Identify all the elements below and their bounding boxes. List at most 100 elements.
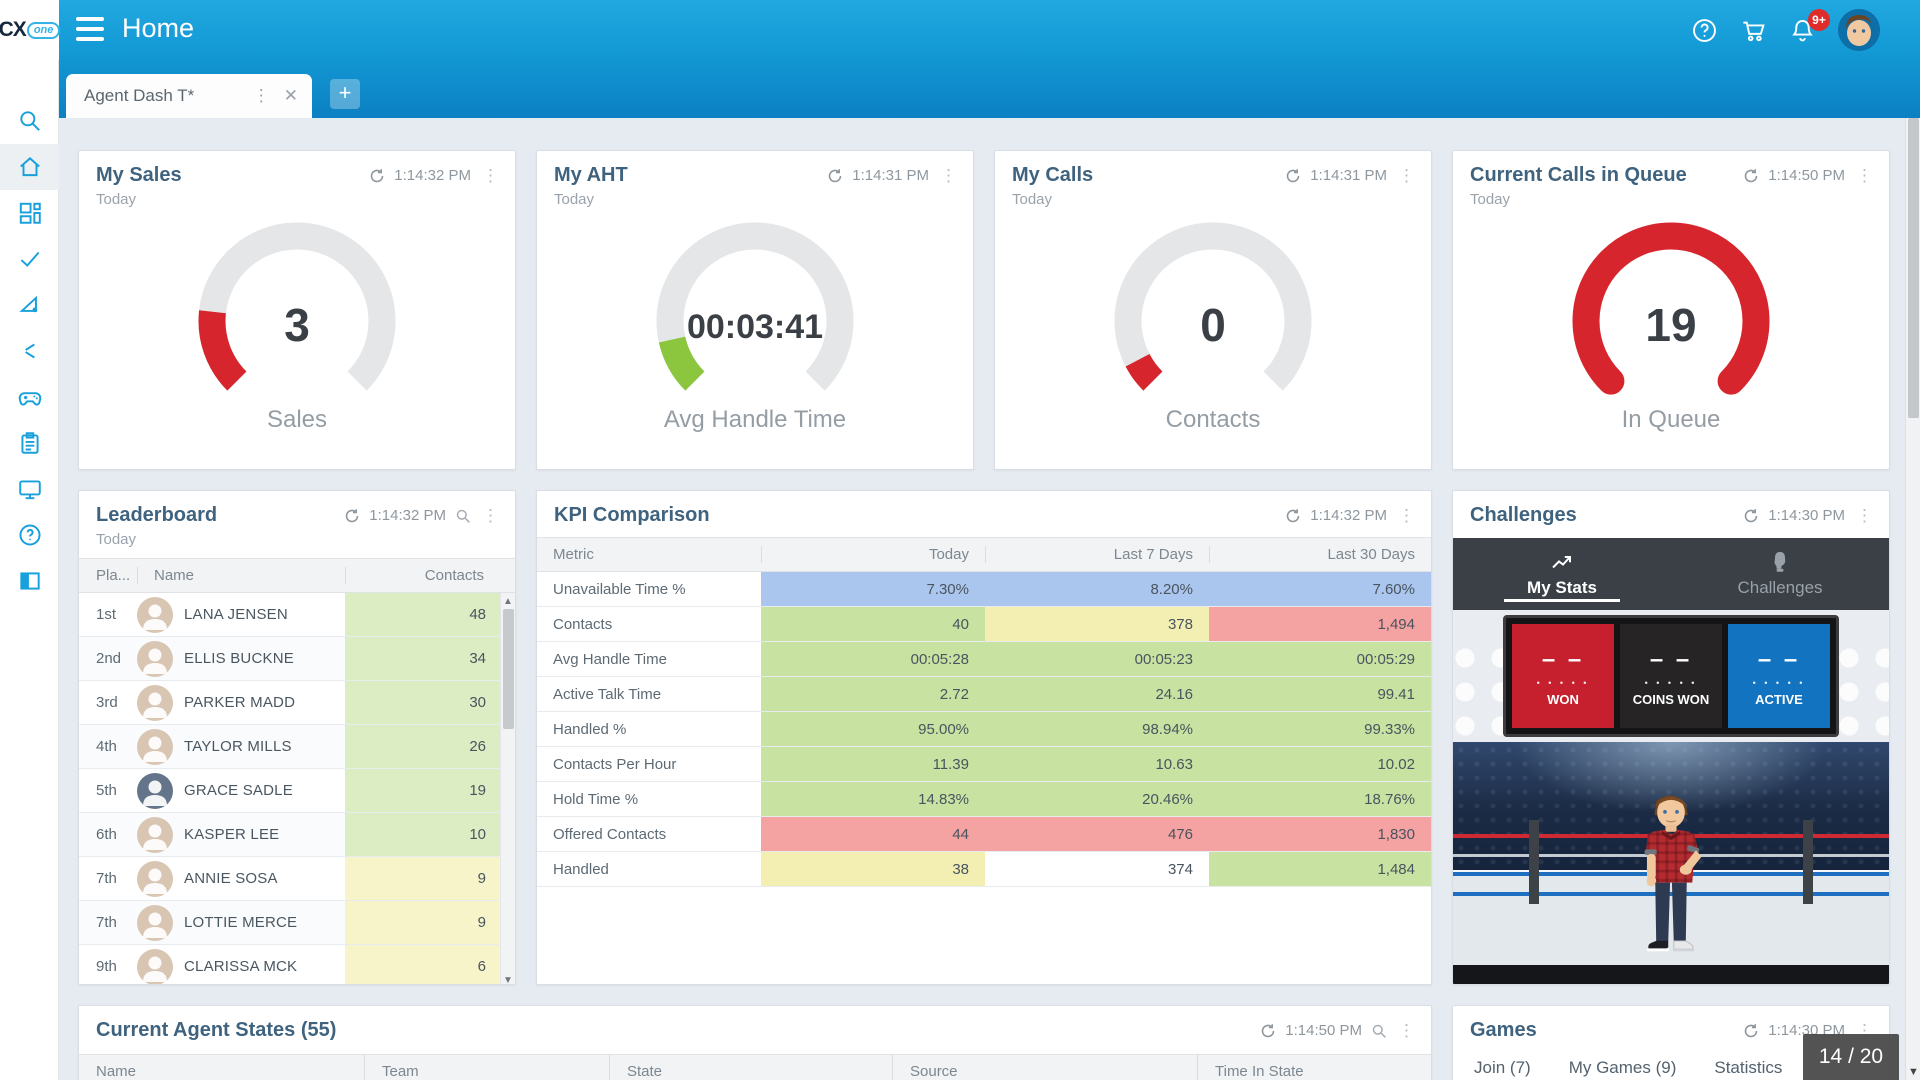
widget-menu-icon[interactable]: ⋮	[1396, 509, 1417, 523]
leaderboard-row[interactable]: 3rd PARKER MADD 30	[79, 681, 500, 725]
challenges-stats-zone: – – • • • • • WON – – • • • • • COINS WO…	[1453, 610, 1889, 742]
agent-avatar	[137, 597, 173, 633]
widget-my-sales: My Sales 1:14:32 PM ⋮ Today 3 Sales	[78, 150, 516, 470]
widget-search-icon[interactable]	[455, 508, 471, 524]
help-icon[interactable]	[1691, 17, 1718, 44]
checkmark-icon	[17, 246, 43, 272]
clipboard-icon	[17, 430, 43, 456]
page-scrollbar[interactable]: ▼	[1905, 118, 1920, 1080]
tab-kebab-icon[interactable]: ⋮	[243, 86, 280, 106]
widget-my-calls: My Calls 1:14:31 PM ⋮ Today 0 Contacts	[994, 150, 1432, 470]
widget-agent-states: Current Agent States (55) 1:14:50 PM ⋮ N…	[78, 1005, 1432, 1080]
refresh-time: 1:14:32 PM	[1310, 507, 1387, 524]
kpi-row[interactable]: Offered Contacts 44 476 1,830	[537, 817, 1431, 852]
user-avatar[interactable]	[1838, 9, 1880, 51]
tab-statistics[interactable]: Statistics	[1714, 1058, 1782, 1078]
widget-menu-icon[interactable]: ⋮	[1396, 1024, 1417, 1038]
gauge-label: Avg Handle Time	[537, 406, 973, 434]
gauge-value: 19	[1561, 298, 1781, 352]
kpi-row[interactable]: Handled 38 374 1,484	[537, 852, 1431, 887]
challenges-tab-bar: My Stats Challenges	[1453, 538, 1889, 610]
widget-title: Games	[1470, 1019, 1743, 1042]
refresh-icon[interactable]	[1260, 1023, 1276, 1039]
tab-join[interactable]: Join (7)	[1474, 1058, 1531, 1078]
sidebar-item-home[interactable]	[0, 144, 59, 190]
widget-search-icon[interactable]	[1371, 1023, 1387, 1039]
scoreboard-coins-panel: – – • • • • • COINS WON	[1620, 624, 1722, 728]
kpi-row[interactable]: Contacts 40 378 1,494	[537, 607, 1431, 642]
calls-gauge: 0	[1103, 216, 1323, 408]
scroll-thumb[interactable]	[503, 609, 514, 729]
leaderboard-row[interactable]: 2nd ELLIS BUCKNE 34	[79, 637, 500, 681]
sidebar-item-share[interactable]	[0, 328, 59, 374]
leaderboard-row[interactable]: 1st LANA JENSEN 48	[79, 593, 500, 637]
cxone-logo[interactable]: CX one	[0, 0, 59, 60]
search-icon	[17, 108, 43, 134]
refresh-icon[interactable]	[1285, 508, 1301, 524]
agent-avatar	[137, 905, 173, 941]
sidebar-item-search[interactable]	[0, 98, 59, 144]
left-sidebar	[0, 60, 59, 1080]
sidebar-item-tasks[interactable]	[0, 236, 59, 282]
sidebar-item-games[interactable]	[0, 374, 59, 420]
refresh-icon[interactable]	[369, 168, 385, 184]
top-bar: CX one Home	[0, 0, 1920, 60]
sidebar-item-help[interactable]	[0, 512, 59, 558]
tab-my-games[interactable]: My Games (9)	[1569, 1058, 1677, 1078]
sidebar-item-evaluations[interactable]	[0, 420, 59, 466]
tab-challenges[interactable]: Challenges	[1671, 538, 1889, 610]
kpi-row[interactable]: Contacts Per Hour 11.39 10.63 10.02	[537, 747, 1431, 782]
scroll-up-icon[interactable]: ▲	[503, 593, 513, 610]
refresh-icon[interactable]	[1285, 168, 1301, 184]
hamburger-menu-icon[interactable]	[76, 17, 104, 41]
question-circle-icon	[17, 522, 43, 548]
tab-close-icon[interactable]: ✕	[280, 86, 312, 106]
refresh-icon[interactable]	[1743, 1023, 1759, 1039]
sidebar-item-panels[interactable]	[0, 558, 59, 604]
kpi-row[interactable]: Hold Time % 14.83% 20.46% 18.76%	[537, 782, 1431, 817]
logo-cx-text: CX	[0, 18, 26, 42]
gauge-value: 3	[187, 298, 407, 352]
page-scroll-thumb[interactable]	[1908, 118, 1919, 418]
refresh-icon[interactable]	[827, 168, 843, 184]
kpi-row[interactable]: Avg Handle Time 00:05:28 00:05:23 00:05:…	[537, 642, 1431, 677]
widget-menu-icon[interactable]: ⋮	[1396, 169, 1417, 183]
notifications-bell-icon[interactable]: 9+	[1789, 17, 1816, 44]
widget-menu-icon[interactable]: ⋮	[1854, 509, 1875, 523]
cart-icon[interactable]	[1740, 17, 1767, 44]
widget-title: My AHT	[554, 164, 827, 187]
widget-menu-icon[interactable]: ⋮	[480, 169, 501, 183]
add-tab-button[interactable]: +	[330, 79, 360, 109]
page-scroll-down-icon[interactable]: ▼	[1906, 1066, 1920, 1078]
sidebar-item-metrics[interactable]	[0, 282, 59, 328]
leaderboard-row[interactable]: 5th GRACE SADLE 19	[79, 769, 500, 813]
leaderboard-row[interactable]: 7th ANNIE SOSA 9	[79, 857, 500, 901]
split-panel-icon	[17, 568, 43, 594]
leaderboard-row[interactable]: 9th CLARISSA MCK 6	[79, 945, 500, 985]
widget-title: Current Calls in Queue	[1470, 164, 1743, 187]
kpi-row[interactable]: Active Talk Time 2.72 24.16 99.41	[537, 677, 1431, 712]
sidebar-item-dashboards[interactable]	[0, 190, 59, 236]
avatar-character	[1615, 792, 1727, 977]
kpi-row[interactable]: Handled % 95.00% 98.94% 99.33%	[537, 712, 1431, 747]
widget-title: Current Agent States (55)	[96, 1019, 1260, 1042]
leaderboard-row[interactable]: 7th LOTTIE MERCE 9	[79, 901, 500, 945]
refresh-icon[interactable]	[1743, 508, 1759, 524]
tab-agent-dash[interactable]: Agent Dash T* ⋮ ✕	[66, 74, 312, 118]
monitor-icon	[17, 476, 43, 502]
refresh-icon[interactable]	[1743, 168, 1759, 184]
leaderboard-row[interactable]: 6th KASPER LEE 10	[79, 813, 500, 857]
widget-menu-icon[interactable]: ⋮	[480, 509, 501, 523]
kpi-row[interactable]: Unavailable Time % 7.30% 8.20% 7.60%	[537, 572, 1431, 607]
tab-my-stats[interactable]: My Stats	[1453, 538, 1671, 610]
kpi-table-body: Unavailable Time % 7.30% 8.20% 7.60% Con…	[537, 572, 1431, 887]
scroll-down-icon[interactable]: ▼	[503, 972, 513, 985]
leaderboard-scrollbar[interactable]: ▲ ▼	[500, 593, 515, 985]
widget-menu-icon[interactable]: ⋮	[938, 169, 959, 183]
sidebar-item-monitoring[interactable]	[0, 466, 59, 512]
refresh-time: 1:14:50 PM	[1285, 1022, 1362, 1039]
leaderboard-body: 1st LANA JENSEN 48 2nd ELLIS BUCKNE 34	[79, 593, 515, 985]
widget-menu-icon[interactable]: ⋮	[1854, 169, 1875, 183]
leaderboard-row[interactable]: 4th TAYLOR MILLS 26	[79, 725, 500, 769]
refresh-icon[interactable]	[344, 508, 360, 524]
